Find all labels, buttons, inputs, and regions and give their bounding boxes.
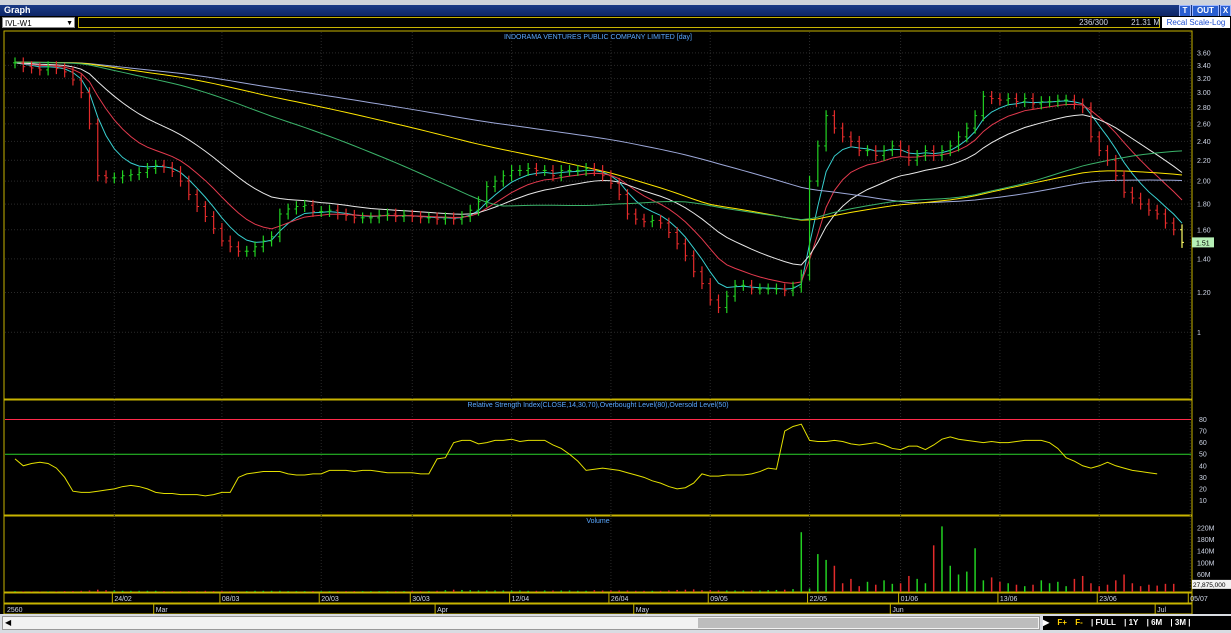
- chart-area[interactable]: INDORAMA VENTURES PUBLIC COMPANY LIMITED…: [0, 0, 1231, 633]
- price-tick-label: 1.20: [1197, 290, 1211, 297]
- price-tick-label: 3.40: [1197, 63, 1211, 70]
- range-1y-button[interactable]: | 1Y: [1124, 618, 1138, 627]
- volume-tick-label: 180M: [1197, 537, 1215, 544]
- ma-mid-line: [14, 62, 1183, 284]
- rsi-tick-label: 80: [1199, 417, 1207, 424]
- rsi-tick-label: 10: [1199, 498, 1207, 505]
- date-tick-label: 24/02: [114, 596, 132, 603]
- date-tick-label: 23/06: [1099, 596, 1117, 603]
- rsi-tick-label: 50: [1199, 452, 1207, 459]
- ma-fast-line: [14, 62, 1183, 290]
- price-tick-label: 2.20: [1197, 158, 1211, 165]
- price-tick-label: 1.60: [1197, 227, 1211, 234]
- volume-chart-title: Volume: [586, 518, 609, 525]
- date-tick-label: 05/07: [1190, 596, 1208, 603]
- zoom-in-icon[interactable]: F+: [1057, 618, 1067, 627]
- month-tick-label: May: [636, 607, 650, 614]
- price-tick-label: 2.40: [1197, 139, 1211, 146]
- price-tick-label: 3.00: [1197, 90, 1211, 97]
- price-bars: [13, 57, 1184, 314]
- volume-panel-frame: [3, 515, 1193, 593]
- rsi-line: [14, 423, 1158, 497]
- rsi-tick-label: 60: [1199, 440, 1207, 447]
- price-tick-label: 1.40: [1197, 256, 1211, 263]
- scroll-left-icon[interactable]: ◀: [5, 617, 11, 629]
- scrollbar-thumb[interactable]: [698, 618, 1038, 628]
- last-price-label: 1.51: [1196, 240, 1210, 247]
- month-tick-label: Mar: [156, 607, 169, 614]
- price-tick-label: 2.00: [1197, 179, 1211, 186]
- price-tick-label: 2.60: [1197, 121, 1211, 128]
- date-tick-label: 20/03: [321, 596, 339, 603]
- date-tick-label: 22/05: [810, 596, 828, 603]
- rsi-tick-label: 70: [1199, 429, 1207, 436]
- rsi-panel-frame: [3, 399, 1193, 516]
- month-tick-label: 2560: [7, 607, 23, 614]
- price-tick-label: 3.60: [1197, 50, 1211, 57]
- bottom-bar: ◀ ▶ F+ F- | FULL | 1Y | 6M | 3M |: [0, 614, 1231, 633]
- volume-tick-label: 220M: [1197, 525, 1215, 532]
- volume-tick-label: 60M: [1197, 572, 1211, 579]
- grid-lines: [5, 32, 1191, 592]
- zoom-out-icon[interactable]: F-: [1075, 618, 1083, 627]
- price-tick-label: 2.80: [1197, 105, 1211, 112]
- play-icon[interactable]: ▶: [1043, 618, 1049, 627]
- rsi-plot: 80 70 60 50 40 30 20 10: [5, 417, 1207, 505]
- range-controls: ▶ F+ F- | FULL | 1Y | 6M | 3M |: [1043, 616, 1231, 630]
- volume-tick-label: 100M: [1197, 560, 1215, 567]
- date-tick-label: 12/04: [512, 596, 530, 603]
- price-chart-title: INDORAMA VENTURES PUBLIC COMPANY LIMITED…: [504, 34, 692, 41]
- moving-averages: [14, 61, 1183, 290]
- rsi-chart-title: Relative Strength Index(CLOSE,14,30,70),…: [467, 402, 728, 409]
- price-tick-label: 1.80: [1197, 202, 1211, 209]
- month-tick-label: Jun: [892, 607, 903, 614]
- price-tick-label: 3.20: [1197, 76, 1211, 83]
- price-tick-label: 1: [1197, 330, 1201, 337]
- month-axis-frame: [3, 603, 1193, 615]
- date-tick-label: 09/05: [710, 596, 728, 603]
- price-axis: 3.60 3.40 3.20 3.00 2.80 2.60 2.40 2.20 2.00 1.80…: [1192, 50, 1214, 337]
- range-6m-button[interactable]: | 6M: [1147, 618, 1163, 627]
- volume-bars: 220M 180M 140M 100M 60M 27,875,000: [14, 525, 1231, 592]
- rsi-tick-label: 20: [1199, 486, 1207, 493]
- last-volume-label: 27,875,000: [1193, 582, 1226, 589]
- chart-scrollbar[interactable]: ◀: [2, 616, 1040, 630]
- date-tick-label: 08/03: [222, 596, 240, 603]
- rsi-tick-label: 40: [1199, 463, 1207, 470]
- volume-tick-label: 140M: [1197, 549, 1215, 556]
- date-tick-label: 13/06: [1000, 596, 1018, 603]
- month-tick-label: Apr: [437, 607, 449, 614]
- date-tick-label: 26/04: [611, 596, 629, 603]
- date-tick-label: 01/06: [901, 596, 919, 603]
- date-tick-label: 30/03: [412, 596, 430, 603]
- month-tick-label: Jul: [1157, 607, 1166, 614]
- ma-slow-line: [14, 62, 1183, 266]
- range-3m-button[interactable]: | 3M |: [1170, 618, 1190, 627]
- range-full-button[interactable]: | FULL: [1091, 618, 1116, 627]
- rsi-tick-label: 30: [1199, 475, 1207, 482]
- ma-100-line: [14, 61, 1183, 204]
